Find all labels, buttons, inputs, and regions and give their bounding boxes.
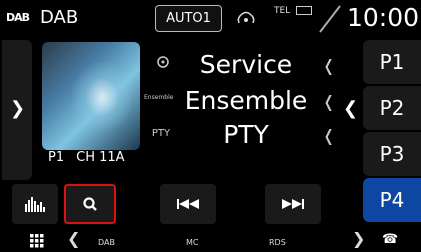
auto-seek-button[interactable]: AUTO1 (155, 5, 222, 32)
ensemble-scroll-icon[interactable]: ❬ (322, 92, 335, 111)
tab-rds[interactable]: RDS (269, 238, 286, 247)
left-drawer-handle[interactable]: ❯ (2, 40, 32, 180)
service-scroll-icon[interactable]: ❬ (322, 56, 335, 75)
search-icon (83, 197, 97, 211)
pty-scroll-icon[interactable]: ❬ (322, 126, 335, 145)
chevron-left-icon: ❮ (343, 98, 359, 119)
preset-drawer-handle[interactable]: ❮ (335, 40, 361, 180)
equalizer-icon (25, 197, 45, 212)
album-art (42, 42, 140, 150)
previous-track-icon (177, 199, 199, 209)
preset-button-p4[interactable]: P4 (363, 178, 421, 222)
divider-icon (319, 5, 341, 33)
bottom-scroll-right-icon[interactable]: ❯ (352, 229, 365, 248)
ensemble-name: Ensemble (184, 86, 308, 115)
preset-button-p1[interactable]: P1 (363, 40, 421, 84)
equalizer-button[interactable] (12, 184, 58, 224)
clock: 10:00 (347, 3, 420, 32)
preset-list: P1 P2 P3 P4 (363, 40, 421, 225)
search-button[interactable] (64, 184, 116, 224)
tel-status: TEL (274, 6, 291, 16)
bottom-scroll-left-icon[interactable]: ❮ (67, 229, 80, 248)
next-track-icon (282, 199, 304, 209)
service-name: Service (199, 50, 293, 79)
signal-icon (237, 11, 255, 24)
next-track-button[interactable] (265, 184, 321, 224)
tab-dab[interactable]: DAB (98, 238, 115, 247)
channel-label: CH 11A (76, 150, 125, 165)
battery-icon (296, 6, 312, 15)
phone-icon[interactable]: ☎ (382, 232, 398, 247)
preset-button-p3[interactable]: P3 (363, 132, 421, 176)
dab-logo: DAB (6, 11, 30, 24)
grid-menu-icon[interactable] (30, 234, 44, 248)
preset-button-p2[interactable]: P2 (363, 86, 421, 130)
channel-info: P1 CH 11A (48, 150, 125, 166)
current-preset: P1 (48, 150, 65, 165)
source-title[interactable]: DAB (40, 5, 78, 31)
tab-mc[interactable]: MC (186, 238, 199, 247)
chevron-right-icon: ❯ (10, 98, 26, 119)
pty-name: PTY (223, 120, 269, 149)
previous-track-button[interactable] (160, 184, 216, 224)
